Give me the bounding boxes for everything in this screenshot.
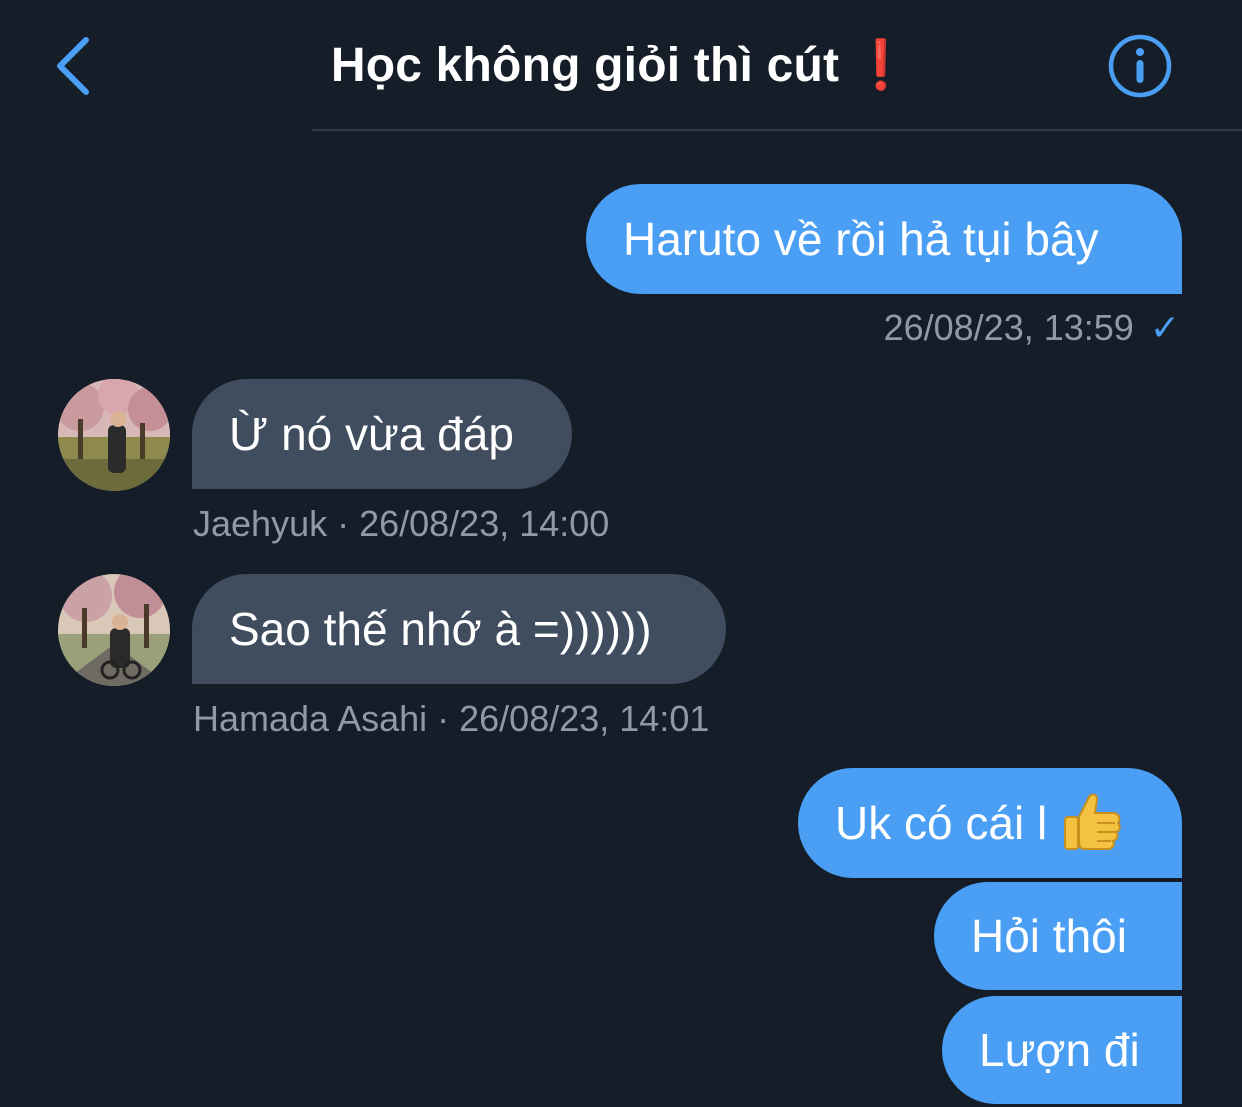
message-sender-meta: Hamada Asahi · 26/08/23, 14:01 bbox=[193, 698, 710, 739]
avatar-photo-icon bbox=[58, 574, 170, 686]
sent-check-icon: ✓ bbox=[1149, 307, 1180, 348]
incoming-message-bubble[interactable]: Ừ nó vừa đáp bbox=[192, 379, 572, 489]
outgoing-message-bubble[interactable]: Lượn đi bbox=[942, 996, 1182, 1104]
outgoing-message-bubble[interactable]: Haruto về rồi hả tụi bây bbox=[586, 184, 1182, 294]
avatar-jaehyuk[interactable] bbox=[58, 379, 170, 491]
info-icon bbox=[1108, 34, 1172, 98]
message-text: Sao thế nhớ à =)))))) bbox=[229, 603, 652, 655]
chat-screen: Học không giỏi thì cút ❗ Haruto về rồi hả… bbox=[0, 0, 1242, 1107]
conversation-title[interactable]: Học không giỏi thì cút ❗ bbox=[200, 36, 1042, 96]
exclamation-emoji: ❗ bbox=[851, 39, 912, 92]
conversation-title-text: Học không giỏi thì cút bbox=[330, 39, 840, 92]
message-sender-meta: Jaehyuk · 26/08/23, 14:00 bbox=[193, 503, 610, 544]
message-text: Hỏi thôi bbox=[971, 910, 1127, 962]
header-divider bbox=[312, 129, 1242, 131]
message-text: Uk có cái l bbox=[835, 797, 1048, 849]
message-text: Haruto về rồi hả tụi bây bbox=[623, 213, 1099, 265]
avatar-photo-icon bbox=[58, 379, 170, 491]
outgoing-message-bubble[interactable]: Uk có cái l bbox=[798, 768, 1182, 878]
conversation-info-button[interactable] bbox=[1106, 32, 1174, 100]
back-button[interactable] bbox=[48, 30, 104, 102]
message-timestamp: 26/08/23, 13:59 bbox=[883, 307, 1134, 348]
avatar-hamada-asahi[interactable] bbox=[58, 574, 170, 686]
outgoing-message-bubble[interactable]: Hỏi thôi bbox=[934, 882, 1182, 990]
message-meta: 26/08/23, 13:59 ✓ bbox=[884, 306, 1180, 350]
message-text: Lượn đi bbox=[979, 1024, 1140, 1076]
chevron-left-icon bbox=[57, 37, 89, 95]
chat-header: Học không giỏi thì cút ❗ bbox=[0, 0, 1242, 132]
thumbs-up-icon bbox=[1064, 793, 1121, 850]
incoming-message-bubble[interactable]: Sao thế nhớ à =)))))) bbox=[192, 574, 726, 684]
message-text: Ừ nó vừa đáp bbox=[229, 408, 514, 460]
